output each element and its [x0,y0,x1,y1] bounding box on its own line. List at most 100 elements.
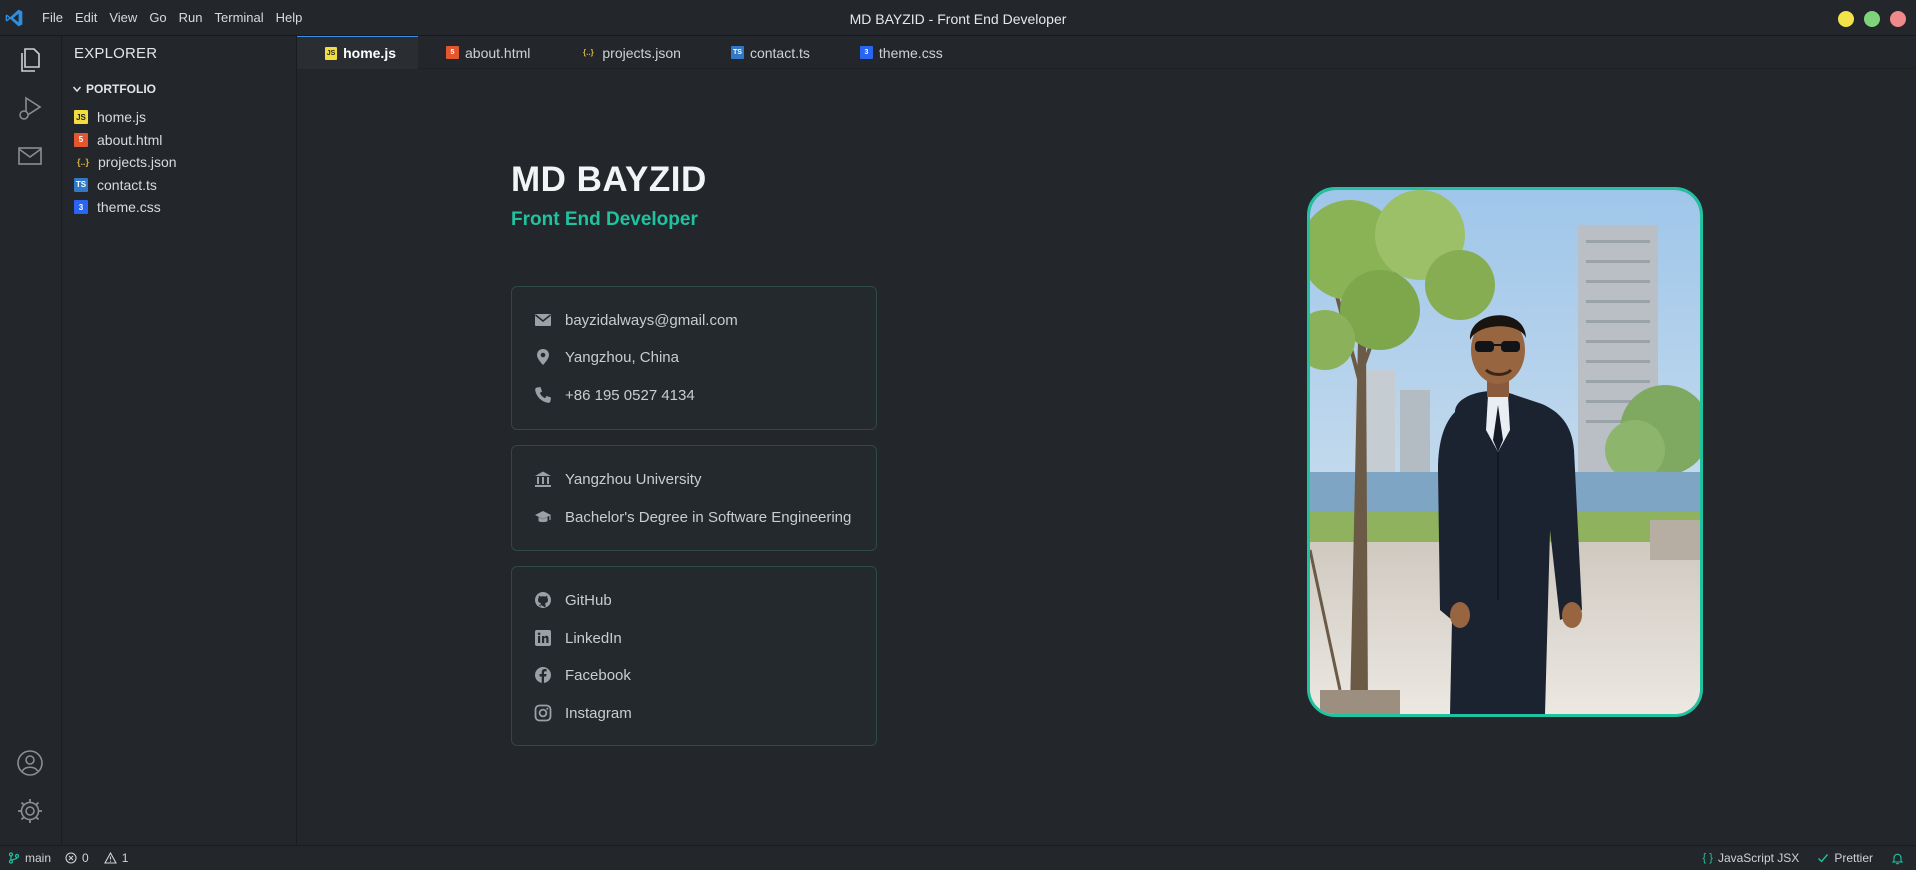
account-icon[interactable] [16,749,44,777]
file-label: about.html [97,131,163,148]
title-bar: File Edit View Go Run Terminal Help MD B… [0,0,1916,36]
profile-photo-illustration [1310,190,1700,714]
files-icon[interactable] [16,46,44,74]
status-bar: main 0 1 { } JavaScript JSX Prettier [0,845,1916,870]
html-file-icon: 5 [74,132,88,147]
minimize-button[interactable] [1838,11,1854,27]
warning-count: 1 [121,851,129,865]
editor-tabs: JS home.js 5 about.html {..} projects.js… [297,36,1916,69]
formatter-status[interactable]: Prettier [1817,851,1873,865]
chevron-down-icon [72,86,82,93]
mail-icon[interactable] [16,142,44,170]
language-label: JavaScript JSX [1717,851,1800,865]
file-item-contact-ts[interactable]: TS contact.ts [74,174,177,197]
phone-icon [534,386,552,404]
contact-card: bayzidalways@gmail.com Yangzhou, China +… [511,286,877,430]
settings-icon[interactable] [16,797,44,825]
file-item-projects-json[interactable]: {..} projects.json [74,151,177,174]
linkedin-icon [534,629,552,647]
explorer-title: EXPLORER [74,45,158,62]
instagram-link[interactable]: Instagram [534,704,632,722]
tab-home-js[interactable]: JS home.js [297,36,418,69]
js-file-icon: JS [74,110,88,125]
window-controls [1838,11,1906,27]
file-item-theme-css[interactable]: 3 theme.css [74,196,177,219]
git-branch-icon [8,852,20,864]
tab-label: projects.json [602,44,681,61]
json-file-icon: {..} [583,48,594,57]
tab-label: home.js [343,45,396,61]
ts-file-icon: TS [730,46,744,59]
json-file-icon: {..} [76,157,89,168]
menu-edit[interactable]: Edit [75,10,105,25]
location-text: Yangzhou, China [565,348,679,366]
check-icon [1818,854,1829,863]
file-item-about-html[interactable]: 5 about.html [74,129,177,152]
html-file-icon: 5 [446,46,459,59]
css-file-icon: 3 [859,46,873,59]
css-file-icon: 3 [74,200,88,215]
maximize-button[interactable] [1864,11,1880,27]
formatter-label: Prettier [1834,851,1873,865]
university-text: Yangzhou University [565,470,702,488]
language-mode[interactable]: { } JavaScript JSX [1703,851,1800,865]
phone-text: +86 195 0527 4134 [565,386,695,404]
braces-icon: { } [1702,852,1713,864]
tab-theme-css[interactable]: 3 theme.css [832,36,965,69]
file-label: contact.ts [97,176,157,193]
menu-help[interactable]: Help [276,10,311,25]
tab-label: contact.ts [749,44,810,61]
envelope-icon [534,311,552,329]
university-row: Yangzhou University [534,470,701,488]
phone-row[interactable]: +86 195 0527 4134 [534,386,695,404]
menu-bar: File Edit View Go Run Terminal Help [42,10,314,25]
location-row: Yangzhou, China [534,348,679,366]
branch-indicator[interactable]: main [8,851,51,865]
facebook-link[interactable]: Facebook [534,666,631,684]
file-label: theme.css [97,199,161,216]
branch-name: main [25,851,52,865]
degree-text: Bachelor's Degree in Software Engineerin… [565,508,852,526]
run-debug-icon[interactable] [16,94,44,122]
facebook-icon [534,666,552,684]
menu-run[interactable]: Run [179,10,211,25]
menu-file[interactable]: File [42,10,71,25]
problems-indicator[interactable]: 0 1 [65,851,128,865]
tab-projects-json[interactable]: {..} projects.json [552,36,703,69]
instagram-icon [534,704,552,722]
profile-photo [1307,187,1703,717]
github-text: GitHub [565,591,612,609]
instagram-text: Instagram [565,704,632,722]
folder-portfolio[interactable]: PORTFOLIO [72,82,156,96]
graduation-cap-icon [534,508,552,526]
folder-label: PORTFOLIO [86,82,156,96]
education-card: Yangzhou University Bachelor's Degree in… [511,445,877,551]
map-pin-icon [534,348,552,366]
bell-icon[interactable] [1891,852,1904,865]
file-item-home-js[interactable]: JS home.js [74,106,177,129]
email-row[interactable]: bayzidalways@gmail.com [534,311,738,329]
linkedin-link[interactable]: LinkedIn [534,629,622,647]
ts-file-icon: TS [74,177,88,192]
github-link[interactable]: GitHub [534,591,612,609]
menu-terminal[interactable]: Terminal [215,10,272,25]
vscode-logo-icon [5,9,23,26]
menu-view[interactable]: View [109,10,145,25]
editor-area: MD BAYZID Front End Developer bayzidalwa… [297,69,1916,845]
tab-contact-ts[interactable]: TS contact.ts [703,36,832,69]
file-label: home.js [97,109,147,126]
error-count: 0 [82,851,89,865]
activity-bar [0,36,62,845]
institution-icon [534,470,552,488]
error-icon [65,852,77,864]
degree-row: Bachelor's Degree in Software Engineerin… [534,508,851,526]
explorer-sidebar: EXPLORER PORTFOLIO JS home.js 5 about.ht… [62,36,297,845]
linkedin-text: LinkedIn [565,629,622,647]
file-list: JS home.js 5 about.html {..} projects.js… [74,106,177,219]
close-button[interactable] [1890,11,1906,27]
tab-about-html[interactable]: 5 about.html [418,36,552,69]
profile-name: MD BAYZID [511,160,707,199]
menu-go[interactable]: Go [149,10,174,25]
js-file-icon: JS [325,46,338,60]
email-text: bayzidalways@gmail.com [565,311,738,329]
